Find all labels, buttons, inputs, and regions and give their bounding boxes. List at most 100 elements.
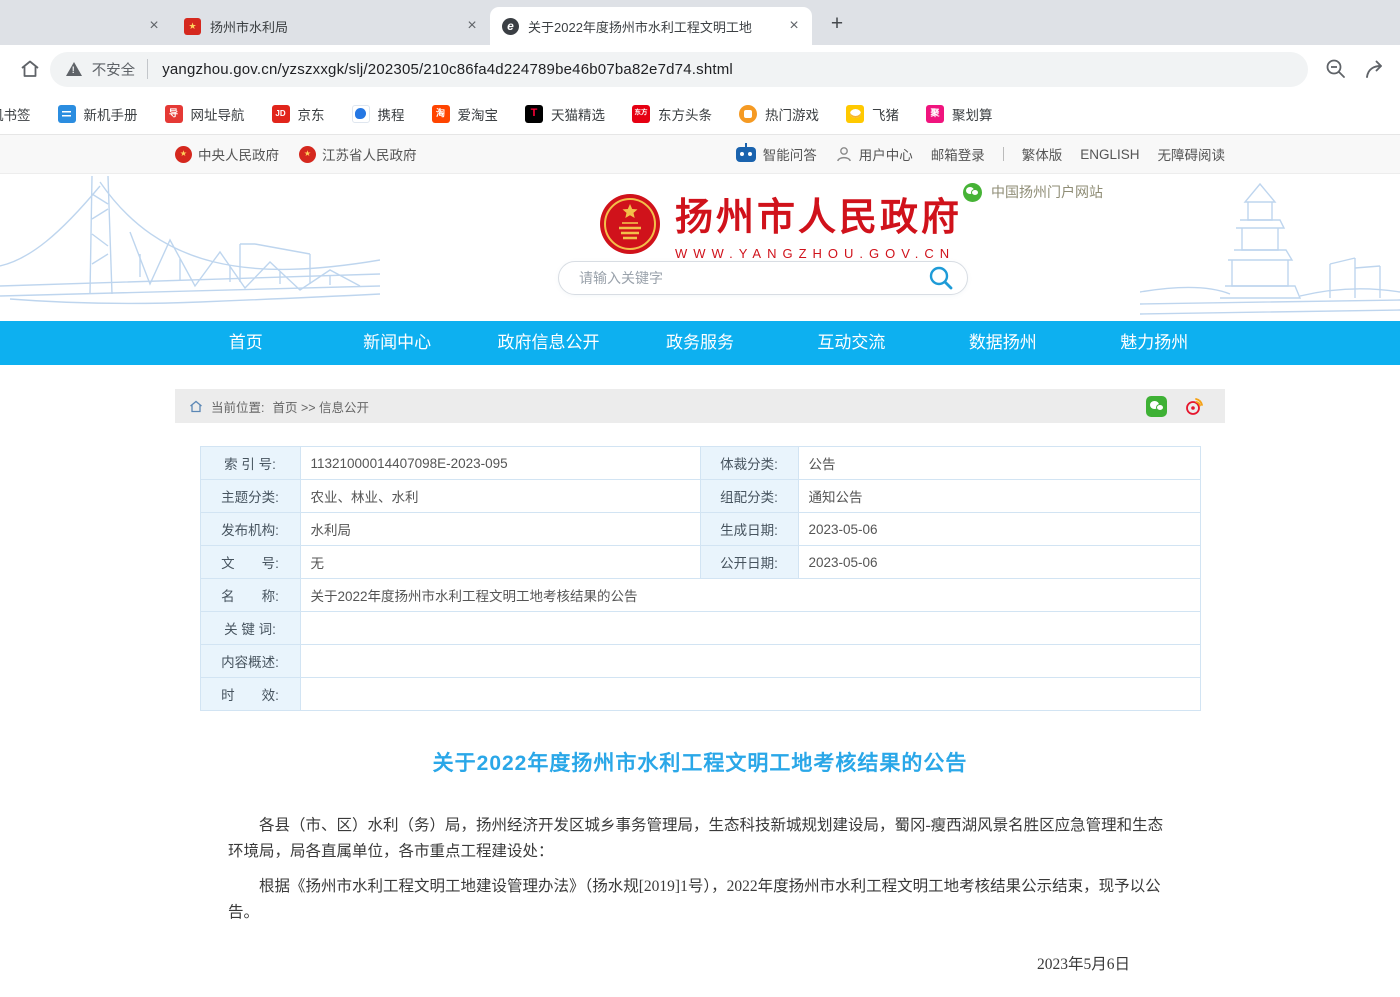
- meta-label: 生成日期:: [700, 513, 798, 546]
- meta-label: 组配分类:: [700, 480, 798, 513]
- tab-strip: × 扬州市水利局 × 关于2022年度扬州市水利工程文明工地 × +: [0, 0, 1400, 45]
- article: 关于2022年度扬州市水利工程文明工地考核结果的公告 各县（市、区）水利（务）局…: [175, 747, 1225, 997]
- bookmark-label: 爱淘宝: [458, 104, 499, 124]
- dongfang-toutiao-icon: 东方: [632, 105, 650, 123]
- jiangsu-gov-label: 江苏省人民政府: [322, 144, 417, 164]
- home-icon: [19, 58, 41, 80]
- nav-item-charm[interactable]: 魅力扬州: [1079, 321, 1230, 365]
- table-row: 内容概述:: [200, 645, 1200, 678]
- zoom-out-button[interactable]: [1324, 57, 1348, 81]
- meta-value: 通知公告: [798, 480, 1200, 513]
- security-label[interactable]: 不安全: [92, 59, 136, 80]
- bookmark-item[interactable]: 淘 爱淘宝: [432, 104, 499, 124]
- table-row: 时 效:: [200, 678, 1200, 711]
- meta-label: 内容概述:: [200, 645, 300, 678]
- breadcrumb-path[interactable]: 首页 >> 信息公开: [272, 397, 369, 416]
- search-input[interactable]: [579, 270, 928, 286]
- bookmark-item[interactable]: JD 京东: [272, 104, 325, 124]
- smart-qa-link[interactable]: 智能问答: [736, 144, 817, 164]
- site-url: WWW.YANGZHOU.GOV.CN: [675, 246, 962, 261]
- table-row: 文 号: 无 公开日期: 2023-05-06: [200, 546, 1200, 579]
- share-button[interactable]: [1364, 57, 1390, 81]
- meta-value: 无: [300, 546, 700, 579]
- breadcrumb: 当前位置: 首页 >> 信息公开: [175, 389, 1225, 423]
- bookmark-label: 网址导航: [191, 104, 245, 124]
- warning-icon[interactable]: [66, 62, 82, 76]
- weibo-share-icon[interactable]: [1183, 395, 1205, 417]
- bridge-sketch-art: [0, 174, 380, 321]
- meta-label: 名 称:: [200, 579, 300, 612]
- table-row: 索 引 号: 11321000014407098E-2023-095 体裁分类:…: [200, 447, 1200, 480]
- bookmark-item[interactable]: 热门游戏: [739, 104, 819, 124]
- nav-item-info-disclosure[interactable]: 政府信息公开: [473, 321, 624, 365]
- bookmark-label: 携程: [378, 104, 405, 124]
- bookmark-item[interactable]: T 天猫精选: [525, 104, 605, 124]
- tab-water-bureau[interactable]: 扬州市水利局 ×: [172, 7, 490, 45]
- bookmark-item[interactable]: 飞猪: [846, 104, 899, 124]
- bookmark-item[interactable]: 机书签: [0, 104, 31, 124]
- browser-toolbar: 不安全 yangzhou.gov.cn/yzszxxgk/slj/202305/…: [0, 45, 1400, 93]
- user-center-link[interactable]: 用户中心: [835, 144, 913, 164]
- smart-qa-label: 智能问答: [763, 144, 817, 164]
- utility-bar: 中央人民政府 江苏省人民政府 智能问答 用户中心 邮箱登录 繁体版: [0, 135, 1400, 174]
- meta-label: 索 引 号:: [200, 447, 300, 480]
- site-nav-icon: 导: [165, 105, 183, 123]
- meta-value: [300, 678, 1200, 711]
- table-row: 主题分类: 农业、林业、水利 组配分类: 通知公告: [200, 480, 1200, 513]
- url-text[interactable]: yangzhou.gov.cn/yzszxxgk/slj/202305/210c…: [162, 61, 733, 78]
- wechat-share-icon[interactable]: [1146, 396, 1167, 417]
- mail-login-link[interactable]: 邮箱登录: [931, 144, 985, 164]
- user-icon: [835, 145, 853, 163]
- meta-value: [300, 612, 1200, 645]
- new-tab-button[interactable]: +: [822, 10, 852, 40]
- site-name: 扬州市人民政府: [675, 186, 962, 241]
- jiangsu-gov-link[interactable]: 江苏省人民政府: [299, 144, 417, 164]
- nav-item-interaction[interactable]: 互动交流: [776, 321, 927, 365]
- metadata-table: 索 引 号: 11321000014407098E-2023-095 体裁分类:…: [200, 446, 1201, 711]
- meta-value: 公告: [798, 447, 1200, 480]
- traditional-label: 繁体版: [1022, 144, 1063, 164]
- english-link[interactable]: ENGLISH: [1080, 147, 1139, 162]
- tab-partial[interactable]: ×: [0, 7, 172, 45]
- meta-value: 11321000014407098E-2023-095: [300, 447, 700, 480]
- meta-value: 关于2022年度扬州市水利工程文明工地考核结果的公告: [300, 579, 1200, 612]
- bookmark-item[interactable]: 东方 东方头条: [632, 104, 712, 124]
- manual-icon: [58, 105, 76, 123]
- meta-label: 文 号:: [200, 546, 300, 579]
- close-icon[interactable]: ×: [784, 16, 804, 36]
- bookmarks-bar: 机书签 新机手册 导 网址导航 JD 京东 携程 淘 爱淘宝 T 天猫精选 东方…: [0, 93, 1400, 135]
- bookmark-item[interactable]: 新机手册: [58, 104, 138, 124]
- nav-item-news[interactable]: 新闻中心: [321, 321, 472, 365]
- meta-value: 农业、林业、水利: [300, 480, 700, 513]
- meta-label: 时 效:: [200, 678, 300, 711]
- robot-icon: [736, 147, 756, 162]
- bookmark-label: 京东: [298, 104, 325, 124]
- traditional-link[interactable]: 繁体版: [1022, 144, 1063, 164]
- search-icon: [928, 265, 954, 291]
- meta-label: 公开日期:: [700, 546, 798, 579]
- nav-item-services[interactable]: 政务服务: [624, 321, 775, 365]
- address-bar[interactable]: 不安全 yangzhou.gov.cn/yzszxxgk/slj/202305/…: [50, 52, 1308, 87]
- bookmark-item[interactable]: 聚 聚划算: [926, 104, 993, 124]
- close-icon[interactable]: ×: [462, 16, 482, 36]
- site-search[interactable]: [558, 261, 968, 295]
- central-gov-link[interactable]: 中央人民政府: [175, 144, 279, 164]
- tab-active-announcement[interactable]: 关于2022年度扬州市水利工程文明工地 ×: [490, 7, 812, 45]
- close-icon[interactable]: ×: [144, 16, 164, 36]
- home-button[interactable]: [10, 58, 50, 80]
- site-brand[interactable]: 扬州市人民政府 WWW.YANGZHOU.GOV.CN: [598, 186, 962, 261]
- user-center-label: 用户中心: [859, 144, 913, 164]
- portal-badge[interactable]: 中国扬州门户网站: [963, 182, 1103, 202]
- breadcrumb-home-icon: [189, 400, 203, 413]
- bookmark-item[interactable]: 导 网址导航: [165, 104, 245, 124]
- nav-item-data[interactable]: 数据扬州: [927, 321, 1078, 365]
- table-row: 发布机构: 水利局 生成日期: 2023-05-06: [200, 513, 1200, 546]
- address-divider: [147, 59, 148, 79]
- search-button[interactable]: [928, 265, 954, 291]
- nav-item-home[interactable]: 首页: [170, 321, 321, 365]
- bookmark-item[interactable]: 携程: [352, 104, 405, 124]
- bookmark-label: 机书签: [0, 104, 31, 124]
- accessibility-link[interactable]: 无障碍阅读: [1158, 144, 1226, 164]
- juhuasuan-icon: 聚: [926, 105, 944, 123]
- site-header: 扬州市人民政府 WWW.YANGZHOU.GOV.CN 中国扬州门户网站: [0, 174, 1400, 321]
